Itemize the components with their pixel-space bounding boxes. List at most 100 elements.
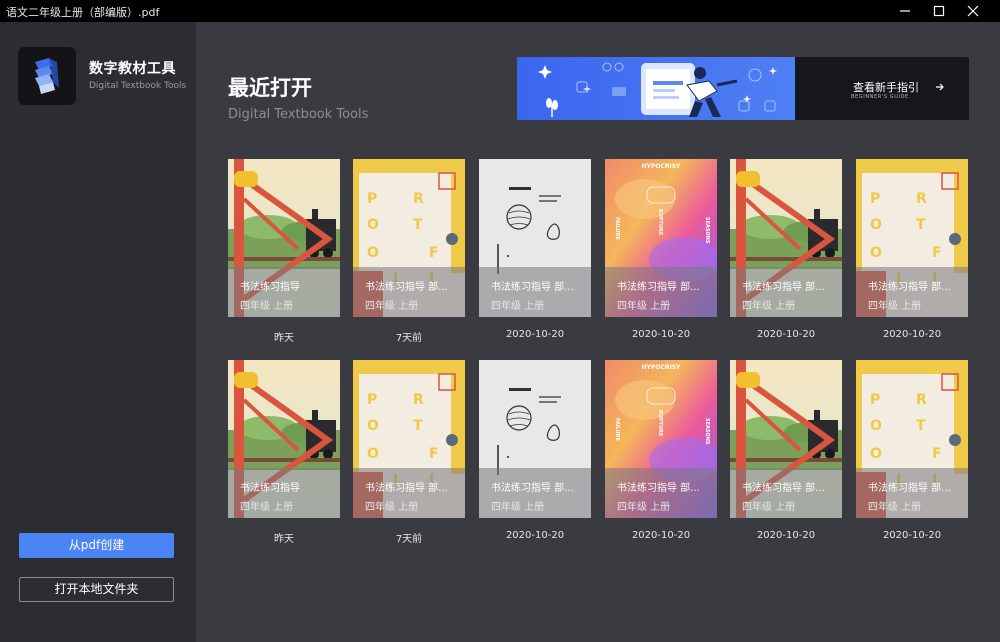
book-last-opened: 2020-10-20 [756,530,816,541]
book-grade: 四年级 上册 [491,502,545,513]
book-card[interactable]: 书法练习指导 部... 四年级 上册 2020-10-20 [730,360,842,541]
book-cover[interactable]: 书法练习指导 四年级 上册 [228,360,340,518]
book-last-opened: 2020-10-20 [882,530,942,541]
svg-text:RUPTURE: RUPTURE [657,209,663,236]
book-card[interactable]: 书法练习指导 部... 四年级 上册 2020-10-20 [730,159,842,340]
app-name: 数字教材工具 [89,61,176,77]
book-last-opened: 2020-10-20 [882,329,942,340]
book-card[interactable]: 书法练习指导 四年级 上册昨天 [228,159,340,344]
app-subtitle: Digital Textbook Tools [89,81,187,91]
book-card[interactable]: PROTFOLI 书法练习指导 部...四年级 上册2020-10-20 [856,360,968,541]
maximize-icon [933,5,945,17]
book-grade: 四年级 上册 [868,301,922,312]
book-cover[interactable]: HYPOCRISY FAILURE RUPTURE SEASONS 书法练习指导… [605,360,717,518]
book-card[interactable]: 书法练习指导 部... 四年级 上册 2020-10-20 [479,159,591,340]
svg-text:O: O [367,245,379,261]
book-cover[interactable]: 书法练习指导 部... 四年级 上册 [730,360,842,518]
book-title: 书法练习指导 部... [491,483,574,494]
book-title: 书法练习指导 部... [868,282,951,293]
book-cover[interactable]: 书法练习指导 部... 四年级 上册 [479,159,591,317]
svg-text:SEASONS: SEASONS [704,418,710,445]
svg-text:P: P [367,191,377,207]
svg-text:F: F [429,446,439,462]
book-cover[interactable]: PROTFOLI 书法练习指导 部...四年级 上册 [353,159,465,317]
book-title: 书法练习指导 部... [868,483,951,494]
book-title: 书法练习指导 [240,282,300,293]
svg-text:T: T [916,418,926,434]
book-card[interactable]: HYPOCRISY FAILURE RUPTURE SEASONS 书法练习指导… [605,360,717,541]
book-title: 书法练习指导 部... [742,483,825,494]
page-subtitle: Digital Textbook Tools [228,107,369,122]
book-cover[interactable]: PROTFOLI 书法练习指导 部...四年级 上册 [856,360,968,518]
book-last-opened: 2020-10-20 [631,530,691,541]
book-cover[interactable]: PROTFOLI 书法练习指导 部...四年级 上册 [856,159,968,317]
maximize-button[interactable] [922,0,956,22]
svg-text:T: T [413,418,423,434]
book-grade: 四年级 上册 [617,301,671,312]
svg-text:R: R [413,191,424,207]
minimize-icon [900,10,910,12]
svg-text:O: O [870,217,882,233]
book-cover[interactable]: HYPOCRISY FAILURE RUPTURE SEASONS 书法练习指导… [605,159,717,317]
book-card[interactable]: 书法练习指导 四年级 上册昨天 [228,360,340,545]
book-cover[interactable]: 书法练习指导 部... 四年级 上册 [730,159,842,317]
svg-text:F: F [932,446,942,462]
svg-text:O: O [367,418,379,434]
svg-text:T: T [413,217,423,233]
book-grade: 四年级 上册 [240,301,294,312]
book-card[interactable]: PROTFOLI 书法练习指导 部...四年级 上册7天前 [353,159,465,344]
book-cover[interactable]: 书法练习指导 四年级 上册 [228,159,340,317]
book-last-opened: 昨天 [274,534,294,545]
arrow-right-icon [936,83,944,91]
beginner-guide-banner[interactable]: 查看新手指引 BEGINNER'S GUIDE [517,57,969,120]
book-title: 书法练习指导 部... [365,483,448,494]
svg-text:O: O [870,418,882,434]
sidebar: 数字教材工具 Digital Textbook Tools 从pdf创建 打开本… [0,22,196,642]
book-grade: 四年级 上册 [365,502,419,513]
book-grade: 四年级 上册 [742,301,796,312]
svg-text:F: F [932,245,942,261]
svg-text:O: O [367,217,379,233]
book-card[interactable]: PROTFOLI 书法练习指导 部...四年级 上册2020-10-20 [856,159,968,340]
svg-text:T: T [916,217,926,233]
create-from-pdf-button[interactable]: 从pdf创建 [19,533,174,558]
svg-text:P: P [870,191,880,207]
svg-text:P: P [367,392,377,408]
book-card[interactable]: PROTFOLI 书法练习指导 部...四年级 上册7天前 [353,360,465,545]
window-title: 语文二年级上册（部编版）.pdf [6,6,160,19]
book-last-opened: 2020-10-20 [756,329,816,340]
book-last-opened: 2020-10-20 [631,329,691,340]
book-title: 书法练习指导 部... [365,282,448,293]
svg-text:O: O [367,446,379,462]
book-card[interactable]: 书法练习指导 部... 四年级 上册 2020-10-20 [479,360,591,541]
banner-cta[interactable]: 查看新手指引 BEGINNER'S GUIDE [795,57,969,120]
book-stack-icon [35,58,59,94]
svg-text:HYPOCRISY: HYPOCRISY [642,364,681,371]
close-button[interactable] [956,0,990,22]
minimize-button[interactable] [888,0,922,22]
book-last-opened: 7天前 [395,534,423,545]
book-title: 书法练习指导 部... [617,282,700,293]
book-last-opened: 2020-10-20 [505,329,565,340]
open-local-folder-button[interactable]: 打开本地文件夹 [19,577,174,602]
book-card[interactable]: HYPOCRISY FAILURE RUPTURE SEASONS 书法练习指导… [605,159,717,340]
book-last-opened: 昨天 [274,333,294,344]
svg-text:R: R [916,191,927,207]
title-bar: 语文二年级上册（部编版）.pdf [0,0,1000,22]
book-cover[interactable]: PROTFOLI 书法练习指导 部...四年级 上册 [353,360,465,518]
book-last-opened: 2020-10-20 [505,530,565,541]
book-title: 书法练习指导 [240,483,300,494]
cta-subtitle: BEGINNER'S GUIDE [851,94,909,100]
svg-text:R: R [916,392,927,408]
cta-title: 查看新手指引 [853,81,919,94]
book-grade: 四年级 上册 [617,502,671,513]
book-grade: 四年级 上册 [240,502,294,513]
book-cover[interactable]: 书法练习指导 部... 四年级 上册 [479,360,591,518]
book-title: 书法练习指导 部... [491,282,574,293]
close-icon [967,5,979,17]
book-title: 书法练习指导 部... [617,483,700,494]
book-grade: 四年级 上册 [491,301,545,312]
svg-text:FAILURE: FAILURE [614,418,620,441]
svg-text:O: O [870,446,882,462]
svg-text:R: R [413,392,424,408]
